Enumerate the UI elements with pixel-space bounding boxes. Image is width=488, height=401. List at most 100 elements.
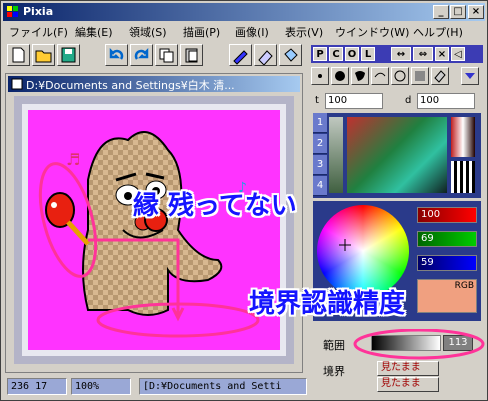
- brush-tools-row: [311, 67, 483, 87]
- square-icon: [415, 71, 425, 81]
- menu-region[interactable]: 領域(S): [129, 24, 167, 40]
- menu-draw[interactable]: 描画(P): [183, 24, 220, 40]
- maximize-button[interactable]: □: [450, 5, 466, 19]
- color-palette: 1 2 3 4: [313, 113, 481, 198]
- green-value-field[interactable]: 69: [417, 231, 477, 247]
- folder-icon: [35, 50, 52, 63]
- paste-button[interactable]: [180, 44, 203, 66]
- collapse-icon[interactable]: ◁: [451, 47, 465, 61]
- red-value-field[interactable]: 100: [417, 207, 477, 223]
- image-canvas[interactable]: ♬ ♪: [28, 110, 280, 350]
- current-color-swatch: RGB: [417, 279, 477, 313]
- lasso-button[interactable]: [371, 67, 389, 85]
- t-label: t: [315, 95, 319, 106]
- range-section: 範囲 113 境界 見たまま 見たまま: [313, 329, 485, 395]
- bucket-tool-button[interactable]: [431, 67, 449, 85]
- app-icon: [7, 6, 18, 17]
- undo-icon: [109, 47, 124, 60]
- t-value-field[interactable]: 100: [325, 93, 383, 109]
- crosshair-icon: [339, 239, 351, 251]
- brush-params-row: t 100 d 100: [311, 93, 483, 109]
- annotation-boundary-precision: 境界認識精度: [249, 289, 406, 319]
- ellipse-icon: [394, 70, 406, 82]
- panel-tab-bar: P C O L ↔ ⇔ × ◁: [311, 45, 483, 63]
- palette-tab-3[interactable]: 3: [313, 155, 327, 175]
- menu-bar: ファイル(F) 編集(E) 領域(S) 描画(P) 画像(I) 表示(V) ウイ…: [3, 22, 485, 40]
- pen-tool-button[interactable]: [229, 44, 252, 66]
- tab-l[interactable]: L: [361, 47, 375, 61]
- svg-text:♬: ♬: [66, 150, 80, 169]
- tab-c[interactable]: C: [329, 47, 343, 61]
- open-file-button[interactable]: [32, 44, 55, 66]
- dot-icon: [318, 74, 322, 78]
- pen-icon: [233, 50, 248, 65]
- save-button[interactable]: [57, 44, 80, 66]
- status-bar: 236 17 100% [D:¥Documents and Setti: [3, 376, 307, 398]
- palette-tab-4[interactable]: 4: [313, 176, 327, 196]
- eraser-small-icon: [434, 70, 446, 83]
- bucket-icon: [284, 48, 298, 62]
- menu-window[interactable]: ウインドウ(W): [335, 24, 409, 40]
- ellipse-tool-button[interactable]: [391, 67, 409, 85]
- tab-o[interactable]: O: [345, 47, 359, 61]
- brush-medium-button[interactable]: [331, 67, 349, 85]
- brush-shape-button[interactable]: [351, 67, 369, 85]
- document-title-bar[interactable]: D:¥Documents and Settings¥白木 清...: [8, 76, 300, 92]
- palette-tab-1[interactable]: 1: [313, 113, 327, 133]
- eraser-button[interactable]: [254, 44, 277, 66]
- annotation-edge-remaining: 縁 残ってない: [133, 191, 297, 221]
- document-icon: [11, 78, 23, 90]
- menu-help[interactable]: ヘルプ(H): [413, 24, 463, 40]
- blob-icon: [355, 71, 365, 81]
- menu-image[interactable]: 画像(I): [235, 24, 269, 40]
- copy-icon: [159, 48, 174, 63]
- rect-tool-button[interactable]: [411, 67, 429, 85]
- d-label: d: [405, 95, 412, 106]
- dropdown-button[interactable]: [461, 67, 479, 85]
- redo-button[interactable]: [130, 44, 153, 66]
- chevron-down-icon: [465, 73, 475, 79]
- document-window: D:¥Documents and Settings¥白木 清... ♬ ♪: [5, 73, 303, 373]
- minimize-button[interactable]: _: [433, 5, 449, 19]
- fill-button[interactable]: [279, 44, 302, 66]
- new-file-button[interactable]: [7, 44, 30, 66]
- undo-button[interactable]: [105, 44, 128, 66]
- toolbar: [3, 42, 303, 68]
- floppy-icon: [61, 47, 76, 63]
- palette-pattern-chip[interactable]: [451, 161, 475, 193]
- canvas-frame: ♬ ♪: [22, 104, 286, 356]
- d-value-field[interactable]: 100: [417, 93, 475, 109]
- document-title: D:¥Documents and Settings¥白木 清...: [26, 79, 235, 92]
- palette-tab-2[interactable]: 2: [313, 134, 327, 154]
- tab-p[interactable]: P: [313, 47, 327, 61]
- title-bar[interactable]: Pixia _ □ ×: [3, 3, 485, 21]
- circle-icon: [335, 71, 345, 81]
- redo-icon: [134, 47, 149, 60]
- paste-icon: [185, 48, 198, 63]
- palette-color-chip[interactable]: [451, 117, 475, 157]
- menu-view[interactable]: 表示(V): [285, 24, 323, 40]
- close-button[interactable]: ×: [468, 5, 484, 19]
- blue-value-field[interactable]: 59: [417, 255, 477, 271]
- menu-file[interactable]: ファイル(F): [9, 24, 68, 40]
- close-panel-icon[interactable]: ×: [435, 47, 449, 61]
- brush-small-button[interactable]: [311, 67, 329, 85]
- range-highlight-ellipse: [353, 329, 485, 360]
- swap-icon[interactable]: ⇔: [413, 47, 433, 61]
- palette-gradient[interactable]: [347, 117, 447, 193]
- pixia-window: Pixia _ □ × ファイル(F) 編集(E) 領域(S) 描画(P) 画像…: [0, 0, 488, 401]
- color-panel: P C O L ↔ ⇔ × ◁ t 100 d 100 1 2 3 4 100 …: [309, 41, 485, 398]
- window-title: Pixia: [23, 5, 54, 18]
- canvas-area[interactable]: ♬ ♪: [14, 96, 294, 364]
- status-zoom: 100%: [71, 378, 131, 395]
- menu-edit[interactable]: 編集(E): [75, 24, 113, 40]
- new-file-icon: [12, 47, 25, 63]
- cat-illustration: ♬ ♪: [38, 131, 260, 338]
- status-path: [D:¥Documents and Setti: [139, 378, 307, 395]
- expand-icon[interactable]: ↔: [391, 47, 411, 61]
- eraser-icon: [258, 50, 273, 66]
- rgb-mode-label: RGB: [454, 281, 474, 291]
- palette-swatch-strip[interactable]: [329, 117, 343, 193]
- lasso-icon: [374, 72, 386, 78]
- copy-button[interactable]: [155, 44, 178, 66]
